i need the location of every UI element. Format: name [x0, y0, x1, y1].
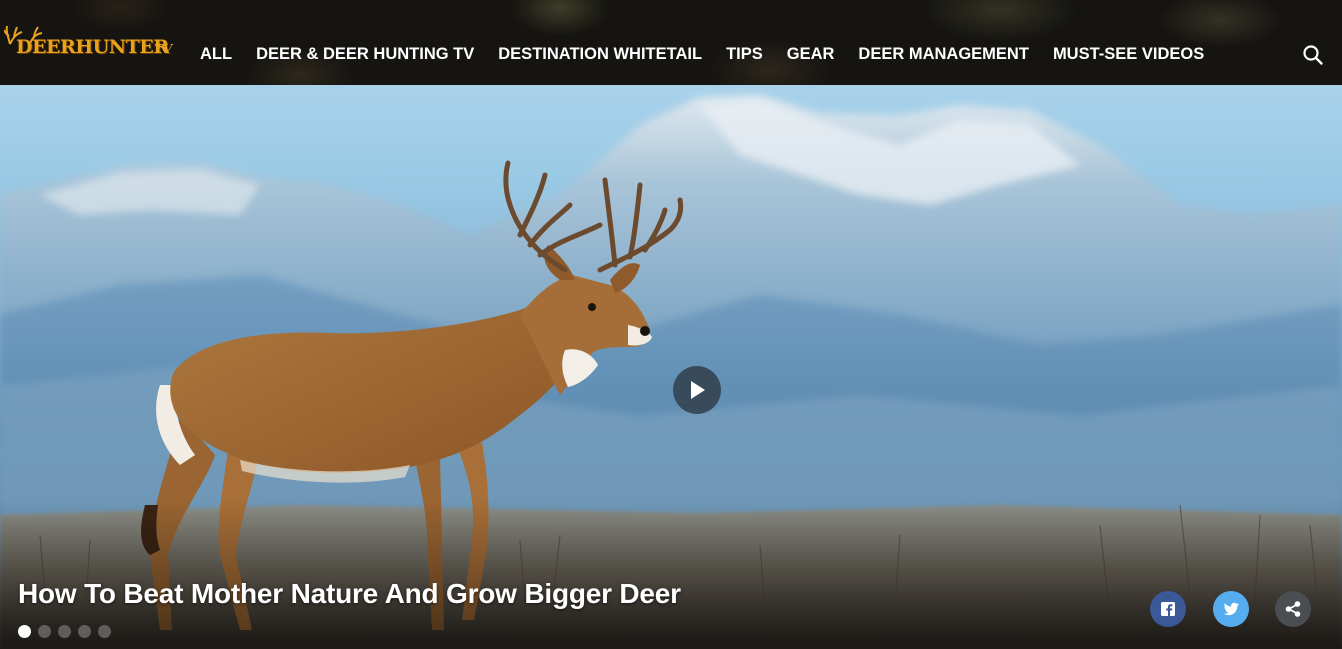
nav-item-deer-management[interactable]: DEER MANAGEMENT	[846, 44, 1041, 64]
nav-item-tips[interactable]: TIPS	[714, 44, 775, 64]
nav-item-deer-hunting-tv[interactable]: DEER & DEER HUNTING TV	[244, 44, 486, 64]
site-logo[interactable]: DEERHUNTER TV	[4, 24, 176, 64]
search-icon	[1303, 45, 1323, 65]
main-nav: ALL DEER & DEER HUNTING TV DESTINATION W…	[188, 44, 1216, 64]
carousel-dot[interactable]	[58, 625, 71, 638]
play-button[interactable]	[673, 366, 721, 414]
carousel-dots	[18, 625, 118, 638]
hero-video[interactable]: How To Beat Mother Nature And Grow Bigge…	[0, 85, 1342, 649]
share-button[interactable]	[1275, 591, 1311, 627]
facebook-share-button[interactable]	[1150, 591, 1186, 627]
twitter-icon	[1223, 602, 1239, 616]
hero-bottom-shade	[0, 499, 1342, 649]
search-button[interactable]	[1302, 44, 1324, 66]
logo-tv-suffix: TV	[154, 42, 173, 56]
logo-wordmark: DEERHUNTER	[16, 36, 169, 58]
play-icon	[691, 381, 705, 399]
twitter-share-button[interactable]	[1213, 591, 1249, 627]
nav-item-destination-whitetail[interactable]: DESTINATION WHITETAIL	[486, 44, 714, 64]
carousel-dot[interactable]	[98, 625, 111, 638]
facebook-icon	[1161, 602, 1175, 616]
nav-item-must-see-videos[interactable]: MUST-SEE VIDEOS	[1041, 44, 1216, 64]
nav-item-all[interactable]: ALL	[188, 44, 244, 64]
nav-item-gear[interactable]: GEAR	[775, 44, 847, 64]
carousel-dot[interactable]	[18, 625, 31, 638]
site-header: DEERHUNTER TV ALL DEER & DEER HUNTING TV…	[0, 0, 1342, 85]
carousel-dot[interactable]	[78, 625, 91, 638]
carousel-dot[interactable]	[38, 625, 51, 638]
hero-title[interactable]: How To Beat Mother Nature And Grow Bigge…	[18, 578, 681, 610]
share-icon	[1285, 601, 1301, 617]
